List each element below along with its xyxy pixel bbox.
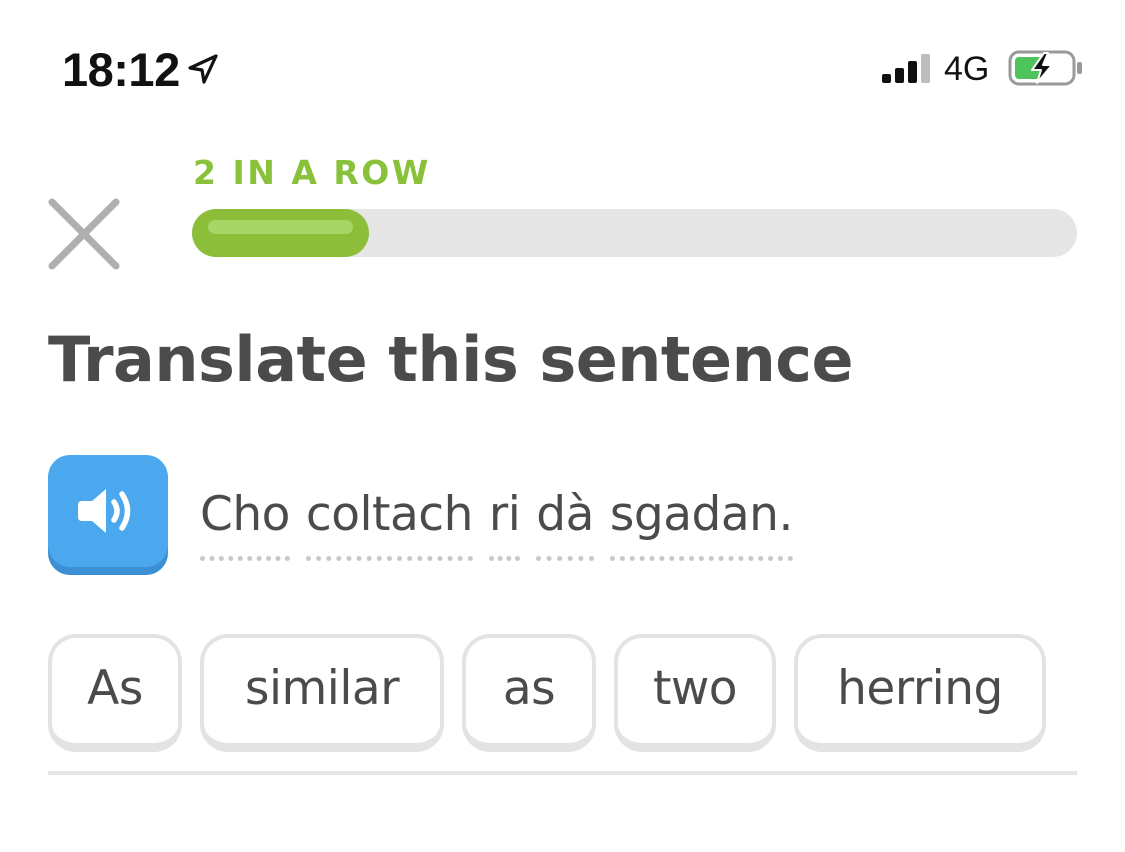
progress-fill (192, 209, 369, 257)
prompt-sentence: Cho coltach ri dà sgadan. (200, 484, 809, 561)
sentence-word[interactable]: dà (536, 484, 594, 561)
page-title: Translate this sentence (48, 323, 854, 396)
sentence-word[interactable]: Cho (200, 484, 290, 561)
answer-tile[interactable]: as (462, 634, 596, 752)
sentence-word[interactable]: ri (488, 484, 521, 561)
answer-divider (48, 771, 1077, 775)
sentence-word[interactable]: sgadan. (609, 484, 793, 561)
answer-tiles: As similar as two herring (48, 634, 1064, 752)
answer-tile[interactable]: two (614, 634, 776, 752)
sentence-word[interactable]: coltach (305, 484, 473, 561)
answer-tile[interactable]: herring (794, 634, 1046, 752)
speaker-icon (78, 489, 131, 533)
answer-tile[interactable]: similar (200, 634, 444, 752)
streak-label: 2 IN A ROW (193, 153, 431, 192)
close-icon (48, 198, 120, 270)
answer-tile[interactable]: As (48, 634, 182, 752)
battery-charging-icon (1008, 50, 1082, 86)
network-type-label: 4G (944, 50, 990, 88)
status-time: 18:12 (62, 43, 180, 96)
location-arrow-icon (188, 54, 218, 84)
cellular-signal-icon (882, 54, 930, 83)
progress-highlight (208, 220, 353, 234)
play-audio-button[interactable] (48, 455, 168, 575)
lesson-progress-bar (192, 209, 1077, 257)
close-button[interactable] (44, 194, 124, 274)
